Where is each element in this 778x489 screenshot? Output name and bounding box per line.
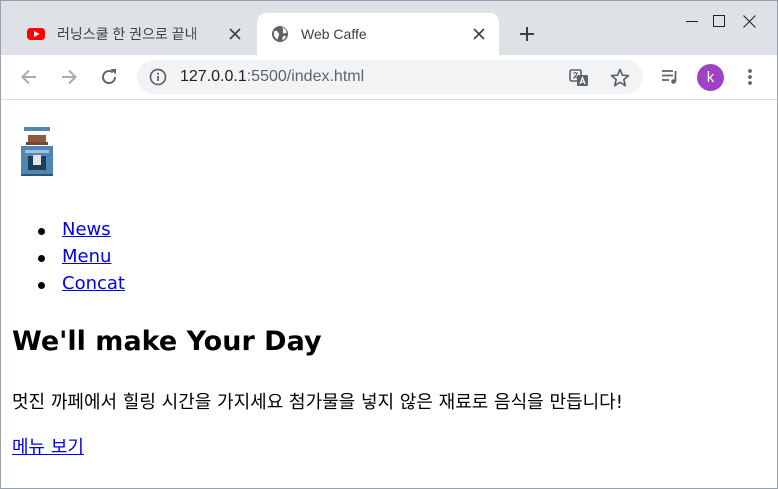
maximize-icon-holder <box>662 1 725 41</box>
url-host: 127.0.0.1 <box>180 68 247 85</box>
tab-title: Web Caffe <box>301 26 367 42</box>
nav-item: News <box>38 219 125 246</box>
view-menu-link[interactable]: 메뉴 보기 <box>12 433 84 459</box>
coffee-machine-icon <box>21 127 53 176</box>
forward-arrow-icon <box>62 69 77 85</box>
nav-link-concat[interactable]: Concat <box>62 273 125 294</box>
youtube-icon <box>27 28 45 40</box>
page-headline: We'll make Your Day <box>12 326 322 357</box>
tab-title: 러닝스쿨 한 권으로 끝내 <box>57 26 198 42</box>
more-vert-icon <box>748 69 752 85</box>
main-nav: News Menu Concat <box>38 219 125 300</box>
nav-item: Menu <box>38 246 125 273</box>
nav-link-news[interactable]: News <box>62 219 111 240</box>
close-window-button[interactable] <box>720 1 777 41</box>
menu-button[interactable] <box>734 61 766 93</box>
back-arrow-icon <box>21 69 36 85</box>
nav-item: Concat <box>38 273 125 300</box>
profile-avatar[interactable]: k <box>697 64 724 91</box>
nav-link-menu[interactable]: Menu <box>62 246 111 267</box>
reload-icon <box>102 69 117 85</box>
bookmark-star-icon[interactable] <box>609 67 631 89</box>
info-icon[interactable] <box>149 68 167 86</box>
plus-icon <box>520 27 534 41</box>
web-page: News Menu Concat We'll make Your Day 멋진 … <box>1 101 777 488</box>
new-tab-button[interactable] <box>512 19 542 49</box>
browser-window: 러닝스쿨 한 권으로 끝내 Web Caffe 127.0.0.1:5500/i… <box>0 0 778 489</box>
back-button[interactable] <box>13 61 45 93</box>
browser-toolbar: 127.0.0.1:5500/index.html k <box>1 55 777 100</box>
close-tab-icon[interactable] <box>465 20 493 48</box>
address-bar[interactable]: 127.0.0.1:5500/index.html <box>137 60 643 94</box>
translate-icon[interactable] <box>568 67 590 89</box>
playlist-icon <box>662 70 677 84</box>
globe-icon <box>272 26 288 42</box>
forward-button[interactable] <box>53 61 85 93</box>
page-description: 멋진 까페에서 힐링 시간을 가지세요 첨가물을 넣지 않은 재료로 음식을 만… <box>12 392 623 413</box>
reload-button[interactable] <box>93 61 125 93</box>
tab-youtube[interactable]: 러닝스쿨 한 권으로 끝내 <box>15 13 255 55</box>
close-tab-icon[interactable] <box>221 20 249 48</box>
media-control-button[interactable] <box>654 61 686 93</box>
url-text: 127.0.0.1:5500/index.html <box>180 68 364 86</box>
tab-web-caffe[interactable]: Web Caffe <box>257 13 499 55</box>
close-icon <box>742 14 756 28</box>
url-path: :5500/index.html <box>246 68 365 85</box>
